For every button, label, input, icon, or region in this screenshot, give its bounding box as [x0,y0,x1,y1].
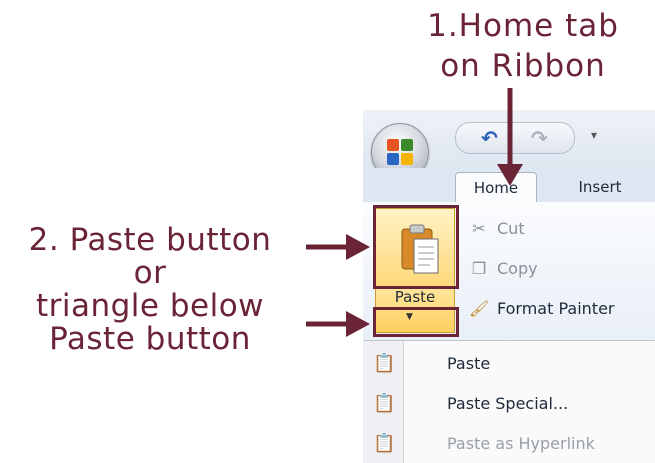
quick-access-toolbar: ↶ ▾ ↷ ▾ [363,110,655,181]
arrow-to-paste-button [306,234,370,260]
qat-container [455,122,575,154]
cut-label: Cut [497,219,525,238]
callout-home-tab-line2: on Ribbon [440,48,606,84]
paintbrush-icon: 🖌 [468,299,490,318]
menu-item-paste-special-label: Paste Special... [447,394,569,413]
menu-item-paste-as-hyperlink[interactable]: 📋 Paste as Hyperlink [363,425,655,463]
menu-item-paste-as-hyperlink-label: Paste as Hyperlink [447,434,595,453]
callout-paste-line3: triangle below [35,288,265,324]
callout-home-tab-line1: 1.Home tab [427,8,619,44]
paste-dropdown-menu: 📋 Paste 📋 Paste Special... 📋 Paste as Hy… [363,340,655,463]
customize-qat-icon[interactable]: ▾ [591,128,597,142]
cut-button[interactable]: ✂ Cut [467,214,525,244]
callout-paste-line4: Paste button [49,321,251,357]
callout-home-tab: 1.Home tab on Ribbon [392,6,654,86]
copy-button[interactable]: ❐ Copy [467,254,538,284]
ribbon-tabs: Home Insert [363,168,655,203]
menu-item-paste-special[interactable]: 📋 Paste Special... [363,385,655,423]
scissors-icon: ✂ [472,219,486,238]
paste-triangle-highlight [373,307,459,337]
tab-insert[interactable]: Insert [555,172,645,202]
undo-dropdown-icon[interactable]: ▾ [507,130,512,141]
paste-button-highlight [373,205,459,289]
callout-paste-button: 2. Paste button or triangle below Paste … [0,224,300,356]
paste-special-icon: 📋 [373,393,396,414]
format-painter-label: Format Painter [497,299,615,318]
menu-item-paste-label: Paste [447,354,491,373]
redo-icon[interactable]: ↷ [531,126,548,150]
callout-paste-line2: or [133,255,167,291]
undo-icon[interactable]: ↶ [481,126,498,150]
copy-icon: ❐ [471,259,487,278]
paste-label: Paste [394,288,436,306]
format-painter-button[interactable]: 🖌 Format Painter [467,294,615,324]
office-logo-icon [387,139,413,165]
menu-item-paste[interactable]: 📋 Paste [363,345,655,383]
copy-label: Copy [497,259,538,278]
paste-hyperlink-icon: 📋 [373,433,396,454]
tab-home[interactable]: Home [455,172,537,203]
clipboard-paste-icon: 📋 [373,353,396,374]
callout-paste-line1: 2. Paste button [28,222,272,258]
arrow-to-paste-triangle [306,311,370,337]
